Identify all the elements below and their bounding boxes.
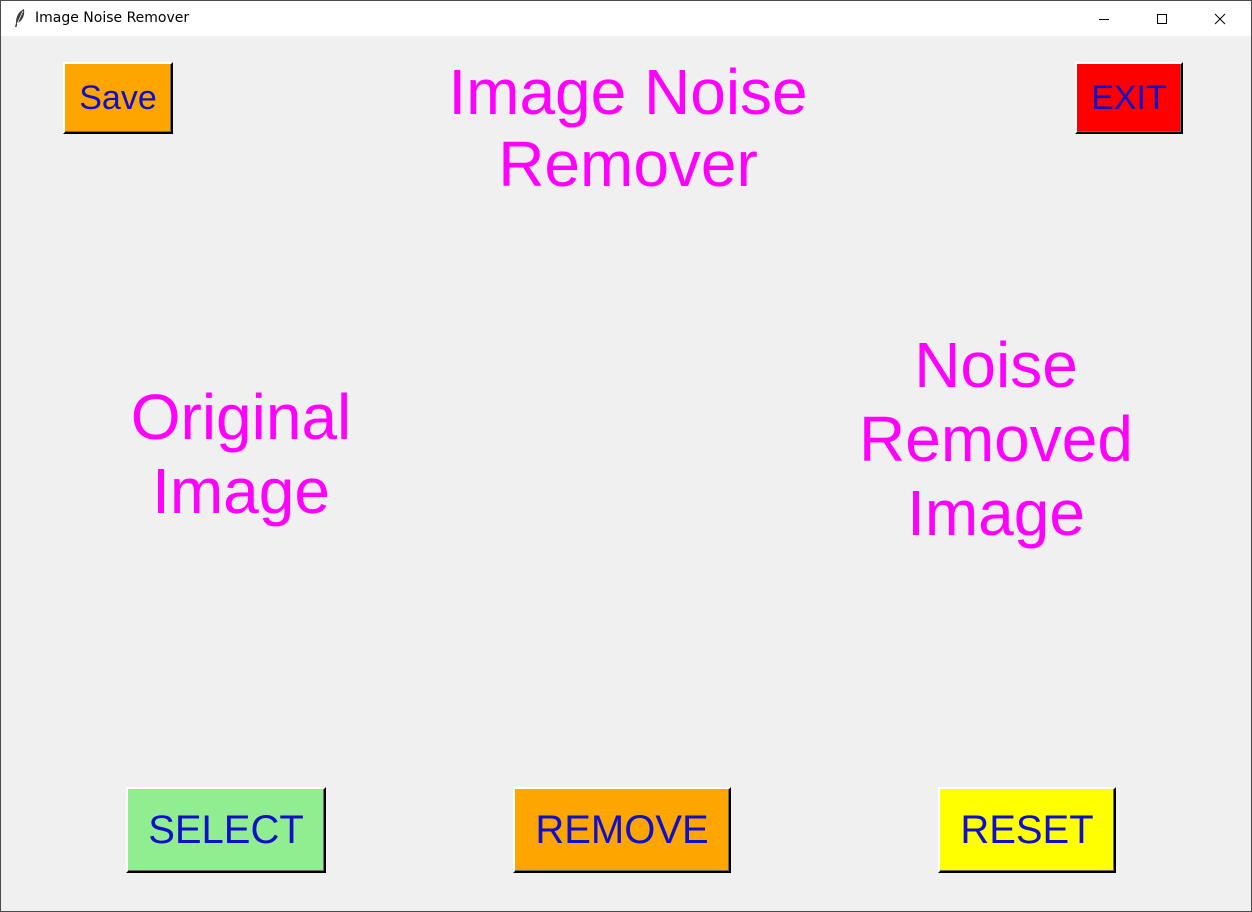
title-bar[interactable]: Image Noise Remover [1,1,1251,36]
close-icon [1214,13,1226,24]
save-button[interactable]: Save [63,62,173,134]
close-button[interactable] [1191,1,1249,36]
original-image-panel: Original Image [130,381,352,527]
minimize-button[interactable] [1075,1,1133,36]
app-window: Image Noise Remover Save Image Noise Rem… [0,0,1252,912]
minimize-icon [1099,18,1109,20]
maximize-button[interactable] [1133,1,1191,36]
feather-icon [15,9,25,27]
exit-button[interactable]: EXIT [1075,62,1183,134]
select-button[interactable]: SELECT [126,787,326,873]
remove-button[interactable]: REMOVE [513,787,731,873]
app-client-area: Save Image Noise Remover EXIT Original I… [1,36,1251,911]
noise-removed-image-panel: Noise Removed Image [859,329,1133,549]
app-title: Image Noise Remover [448,56,808,200]
reset-button[interactable]: RESET [938,787,1116,873]
window-title: Image Noise Remover [35,10,190,26]
maximize-icon [1157,13,1167,24]
